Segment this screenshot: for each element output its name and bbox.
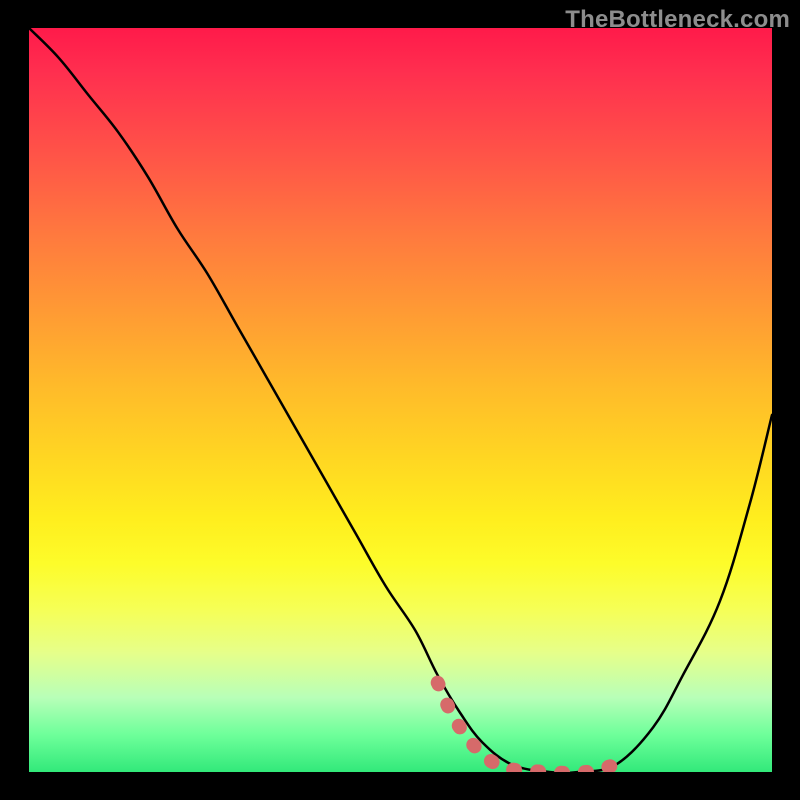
watermark-text: TheBottleneck.com [565, 6, 790, 34]
bottleneck-curve [29, 28, 772, 772]
chart-svg-layer [29, 28, 772, 772]
dashed-highlight [438, 683, 616, 772]
